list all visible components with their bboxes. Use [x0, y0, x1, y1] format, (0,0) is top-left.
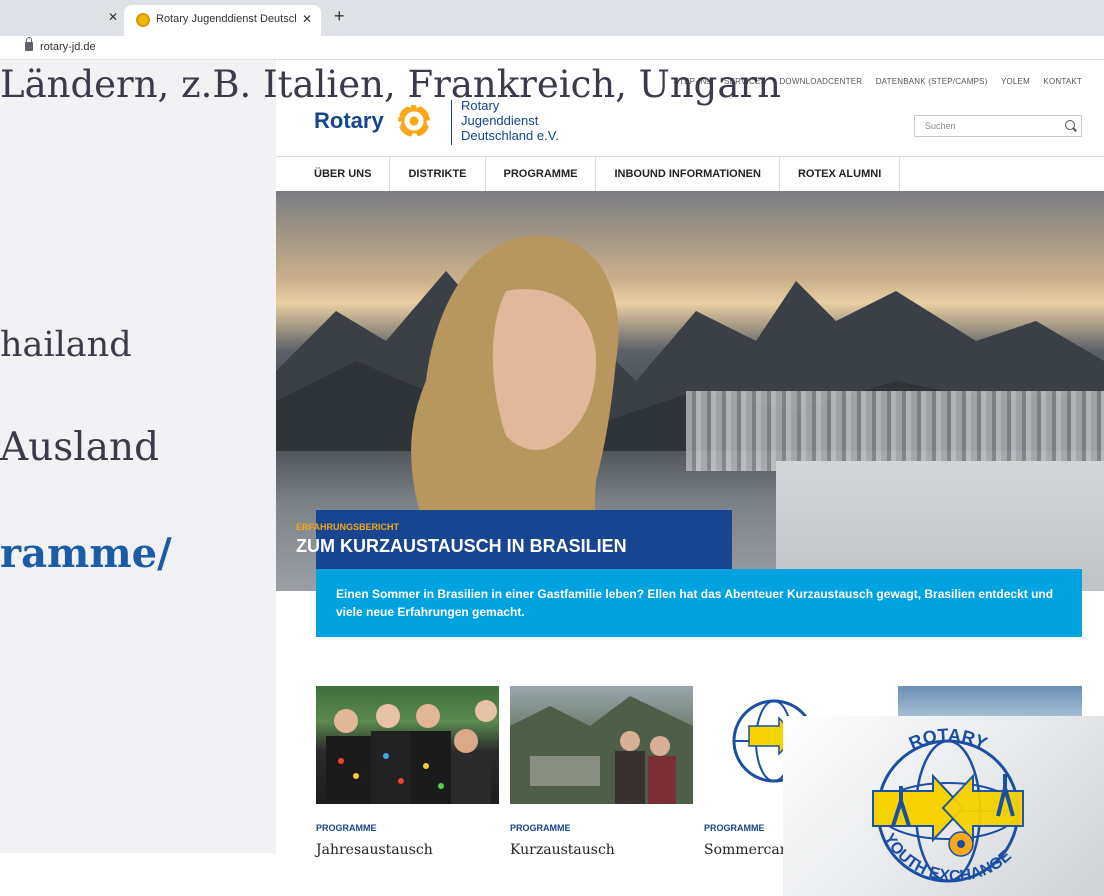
main-nav-item[interactable]: ROTEX ALUMNI — [780, 157, 901, 191]
card-title[interactable]: Kurzaustausch — [510, 842, 615, 858]
main-nav-item[interactable]: DISTRIKTE — [390, 157, 486, 191]
new-tab-icon[interactable]: + — [334, 6, 345, 27]
youth-exchange-logo-overlay: ROTARY YOUTH EXCHANGE — [783, 716, 1104, 896]
logo-subtitle-line: Deutschland e.V. — [461, 128, 559, 143]
youth-exchange-emblem: ROTARY YOUTH EXCHANGE — [872, 725, 1024, 885]
main-nav: ÜBER UNS DISTRIKTE PROGRAMME INBOUND INF… — [298, 157, 901, 191]
main-nav-item[interactable]: PROGRAMME — [486, 157, 597, 191]
url-text[interactable]: rotary-jd.de — [40, 41, 96, 53]
tab-title: Rotary Jugenddienst Deutschland — [156, 13, 296, 25]
slide-text-line: hailand — [0, 325, 132, 365]
card-image-kurzaustausch[interactable] — [510, 686, 693, 804]
card-label: PROGRAMME — [704, 823, 765, 833]
search-placeholder: Suchen — [925, 121, 956, 131]
top-nav-item[interactable]: DOWNLOADCENTER — [779, 77, 862, 86]
rotary-logo-word[interactable]: Rotary — [314, 108, 384, 134]
hero-teaser-text: Einen Sommer in Brasilien in einer Gastf… — [336, 587, 1054, 619]
hero-teaser[interactable]: Einen Sommer in Brasilien in einer Gastf… — [316, 569, 1082, 637]
card-title[interactable]: Sommercamps — [704, 842, 784, 858]
browser-tab-bar: ✕ Rotary Jugenddienst Deutschland ✕ + — [0, 0, 1104, 36]
address-bar[interactable]: rotary-jd.de — [0, 36, 1104, 60]
city-skyline — [686, 391, 1104, 471]
top-nav-item[interactable]: KONTAKT — [1043, 77, 1082, 86]
slide-text-line: Ausland — [0, 425, 160, 470]
hero-kicker: ERFAHRUNGSBERICHT — [296, 522, 400, 532]
logo-subtitle-line: Jugenddienst — [461, 113, 539, 128]
main-nav-item[interactable]: ÜBER UNS — [298, 157, 391, 191]
close-tab-icon[interactable]: ✕ — [302, 12, 312, 26]
card-image-jahresaustausch[interactable] — [316, 686, 499, 804]
rotary-wheel-icon — [398, 105, 430, 137]
logo-divider — [451, 100, 452, 145]
card-label: PROGRAMME — [510, 823, 571, 833]
main-nav-item[interactable]: INBOUND INFORMATIONEN — [596, 157, 780, 191]
rotary-favicon-icon — [136, 13, 150, 27]
close-tab-icon[interactable]: ✕ — [108, 10, 118, 24]
logo-top-text: ROTARY — [906, 725, 990, 754]
machu-picchu-photo — [510, 696, 693, 804]
hero-title[interactable]: ZUM KURZAUSTAUSCH IN BRASILIEN — [296, 536, 627, 557]
card-label: PROGRAMME — [316, 823, 377, 833]
students-photo — [326, 700, 497, 804]
card-title[interactable]: Jahresaustausch — [316, 842, 433, 858]
top-nav-item[interactable]: DATENBANK (STEP/CAMPS) — [876, 77, 988, 86]
slide-text-line: ramme/ — [0, 530, 172, 577]
lock-icon — [25, 37, 33, 51]
search-icon[interactable] — [1065, 120, 1075, 130]
browser-tab-active[interactable]: Rotary Jugenddienst Deutschland ✕ — [124, 5, 321, 36]
top-nav-item[interactable]: YOLEM — [1001, 77, 1030, 86]
website-screenshot: STEP-INs SERVICES DOWNLOADCENTER DATENBA… — [276, 60, 1104, 715]
slide-text-line: Ländern, z.B. Italien, Frankreich, Ungar… — [0, 63, 781, 106]
search-input[interactable]: Suchen — [914, 115, 1082, 137]
